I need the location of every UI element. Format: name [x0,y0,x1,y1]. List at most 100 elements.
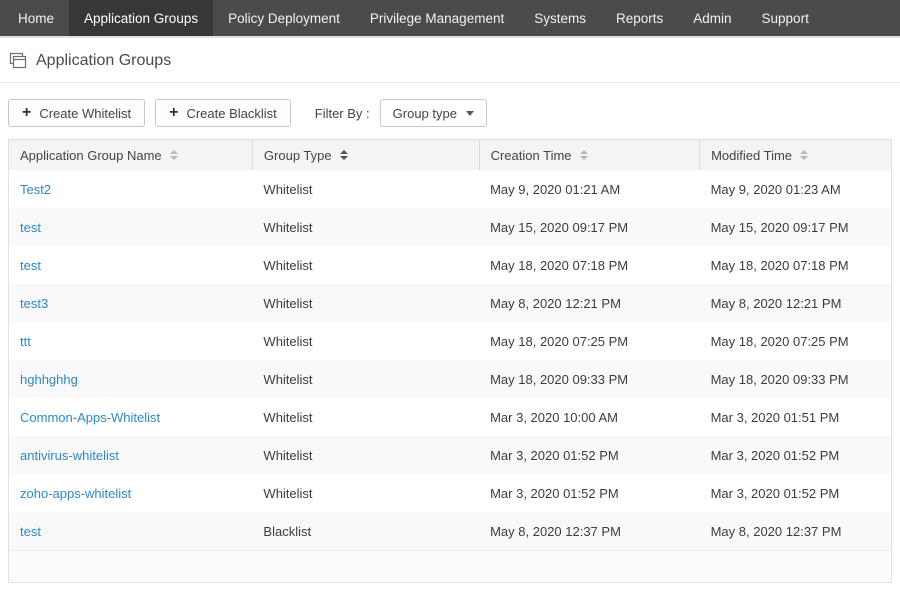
column-header-modified-label: Modified Time [711,148,792,163]
cell-group-type: Whitelist [252,208,479,246]
nav-item-home[interactable]: Home [0,0,69,36]
sort-down-arrow [170,156,178,160]
nav-item-systems[interactable]: Systems [519,0,601,36]
table-row: test Whitelist May 18, 2020 07:18 PM May… [9,246,891,284]
table-row: test Whitelist May 15, 2020 09:17 PM May… [9,208,891,246]
table-row: ttt Whitelist May 18, 2020 07:25 PM May … [9,322,891,360]
column-header-created[interactable]: Creation Time [479,140,700,170]
group-name-link[interactable]: antivirus-whitelist [20,448,119,463]
cell-creation-time: May 15, 2020 09:17 PM [479,208,700,246]
cell-modified-time: May 9, 2020 01:23 AM [700,170,891,208]
group-name-link[interactable]: test [20,524,41,539]
cell-group-type: Whitelist [252,246,479,284]
table-row: test Blacklist May 8, 2020 12:37 PM May … [9,512,891,550]
nav-item-privilege-management[interactable]: Privilege Management [355,0,519,36]
page-title-bar: Application Groups [0,38,900,83]
sort-icon-active[interactable] [340,150,348,160]
sort-up-arrow [800,150,808,154]
create-whitelist-label: Create Whitelist [39,106,131,121]
filter-by-label: Filter By : [315,106,370,121]
application-groups-table: Application Group Name Group Type Creati… [8,139,892,583]
cell-group-name: ttt [9,322,252,360]
cell-group-name: test [9,208,252,246]
nav-item-support[interactable]: Support [747,0,824,36]
group-name-link[interactable]: test3 [20,296,48,311]
sort-icon[interactable] [170,150,178,160]
sort-icon[interactable] [800,150,808,160]
group-name-link[interactable]: zoho-apps-whitelist [20,486,131,501]
sort-down-arrow [800,156,808,160]
toolbar: + Create Whitelist + Create Blacklist Fi… [8,99,892,127]
cell-modified-time: May 18, 2020 07:18 PM [700,246,891,284]
group-name-link[interactable]: test [20,220,41,235]
sort-down-arrow [580,156,588,160]
page-title: Application Groups [36,52,171,70]
nav-item-admin[interactable]: Admin [678,0,746,36]
create-blacklist-button[interactable]: + Create Blacklist [155,99,291,127]
cell-modified-time: Mar 3, 2020 01:52 PM [700,474,891,512]
cell-modified-time: May 18, 2020 07:25 PM [700,322,891,360]
cell-modified-time: May 18, 2020 09:33 PM [700,360,891,398]
cell-creation-time: May 9, 2020 01:21 AM [479,170,700,208]
group-name-link[interactable]: Test2 [20,182,51,197]
cell-creation-time: May 18, 2020 09:33 PM [479,360,700,398]
cell-modified-time: May 8, 2020 12:37 PM [700,512,891,550]
pages-icon [8,52,27,70]
group-name-link[interactable]: hghhghhg [20,372,78,387]
column-header-created-label: Creation Time [491,148,572,163]
cell-modified-time: May 8, 2020 12:21 PM [700,284,891,322]
chevron-down-icon [466,111,474,116]
cell-group-name: zoho-apps-whitelist [9,474,252,512]
nav-item-application-groups[interactable]: Application Groups [69,0,213,36]
plus-icon: + [22,105,31,121]
group-name-link[interactable]: ttt [20,334,31,349]
cell-group-type: Whitelist [252,398,479,436]
cell-creation-time: Mar 3, 2020 10:00 AM [479,398,700,436]
sort-icon[interactable] [580,150,588,160]
table-row: hghhghhg Whitelist May 18, 2020 09:33 PM… [9,360,891,398]
filter-selected-value: Group type [393,106,457,121]
cell-group-name: Common-Apps-Whitelist [9,398,252,436]
table-header-row: Application Group Name Group Type Creati… [9,140,891,170]
sort-up-arrow [580,150,588,154]
table-row: Test2 Whitelist May 9, 2020 01:21 AM May… [9,170,891,208]
cell-group-type: Whitelist [252,284,479,322]
cell-group-name: test [9,246,252,284]
table-empty-footer [9,550,891,582]
cell-modified-time: Mar 3, 2020 01:52 PM [700,436,891,474]
create-whitelist-button[interactable]: + Create Whitelist [8,99,145,127]
cell-creation-time: May 8, 2020 12:37 PM [479,512,700,550]
cell-creation-time: Mar 3, 2020 01:52 PM [479,436,700,474]
group-name-link[interactable]: Common-Apps-Whitelist [20,410,160,425]
nav-item-reports[interactable]: Reports [601,0,678,36]
group-type-filter-dropdown[interactable]: Group type [380,99,487,127]
cell-group-type: Blacklist [252,512,479,550]
sort-down-arrow [340,156,348,160]
table-row: antivirus-whitelist Whitelist Mar 3, 202… [9,436,891,474]
cell-group-type: Whitelist [252,474,479,512]
column-header-name-label: Application Group Name [20,148,162,163]
table-row: zoho-apps-whitelist Whitelist Mar 3, 202… [9,474,891,512]
cell-group-name: antivirus-whitelist [9,436,252,474]
column-header-modified[interactable]: Modified Time [700,140,891,170]
cell-creation-time: Mar 3, 2020 01:52 PM [479,474,700,512]
table-row: Common-Apps-Whitelist Whitelist Mar 3, 2… [9,398,891,436]
table-row: test3 Whitelist May 8, 2020 12:21 PM May… [9,284,891,322]
cell-group-type: Whitelist [252,360,479,398]
cell-modified-time: May 15, 2020 09:17 PM [700,208,891,246]
cell-group-type: Whitelist [252,322,479,360]
sort-up-arrow [170,150,178,154]
top-navigation: Home Application Groups Policy Deploymen… [0,0,900,38]
column-header-type[interactable]: Group Type [252,140,479,170]
column-header-name[interactable]: Application Group Name [9,140,252,170]
nav-item-policy-deployment[interactable]: Policy Deployment [213,0,355,36]
group-name-link[interactable]: test [20,258,41,273]
column-header-type-label: Group Type [264,148,332,163]
cell-group-type: Whitelist [252,170,479,208]
cell-creation-time: May 18, 2020 07:18 PM [479,246,700,284]
cell-group-name: Test2 [9,170,252,208]
plus-icon: + [169,105,178,121]
cell-creation-time: May 8, 2020 12:21 PM [479,284,700,322]
cell-group-type: Whitelist [252,436,479,474]
sort-up-arrow [340,150,348,154]
